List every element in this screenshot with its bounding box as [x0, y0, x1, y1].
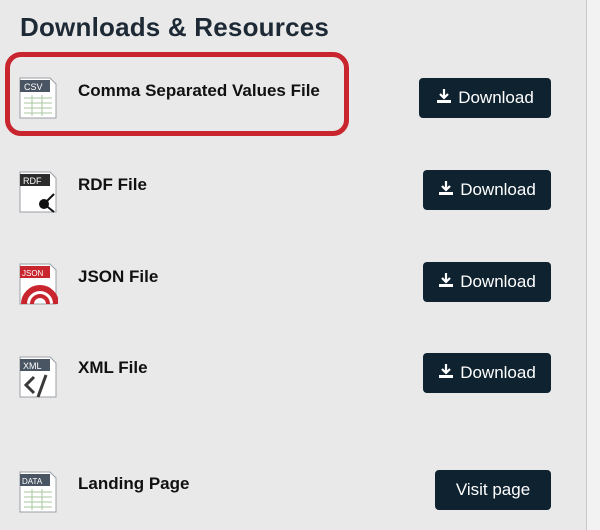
- download-button-label: Download: [460, 363, 536, 382]
- download-button-label: Download: [460, 180, 536, 199]
- svg-text:RDF: RDF: [23, 176, 42, 186]
- resource-label: RDF File: [78, 175, 147, 194]
- download-icon: [438, 180, 454, 201]
- json-file-icon: JSON: [18, 262, 59, 306]
- scrollbar-track[interactable]: [587, 0, 600, 530]
- svg-text:DATA: DATA: [22, 477, 43, 486]
- visit-page-button[interactable]: Visit page: [435, 470, 551, 510]
- resource-row-landing: DATA Landing Page Visit page: [0, 460, 586, 520]
- download-button-rdf[interactable]: Download: [423, 170, 551, 210]
- section-title: Downloads & Resources: [20, 12, 330, 42]
- download-button-csv[interactable]: Download: [419, 78, 551, 118]
- download-button-json[interactable]: Download: [423, 262, 551, 302]
- download-button-xml[interactable]: Download: [423, 353, 551, 393]
- resource-row-xml: XML XML File Download: [0, 343, 586, 403]
- csv-file-icon: CSV: [18, 76, 58, 120]
- rdf-file-icon: RDF: [18, 170, 58, 214]
- download-icon: [438, 272, 454, 293]
- resource-row-csv: CSV Comma Separated Values File Download: [0, 66, 586, 126]
- svg-text:JSON: JSON: [22, 269, 44, 278]
- resource-label: XML File: [78, 358, 148, 377]
- download-button-label: Download: [458, 88, 534, 107]
- data-page-icon: DATA: [18, 470, 58, 514]
- xml-file-icon: XML: [18, 355, 58, 399]
- resource-row-rdf: RDF RDF File Download: [0, 158, 586, 218]
- resource-label: Comma Separated Values File: [78, 81, 320, 100]
- svg-text:CSV: CSV: [24, 82, 43, 92]
- download-icon: [436, 88, 452, 109]
- svg-text:XML: XML: [23, 361, 42, 371]
- resource-label: Landing Page: [78, 474, 190, 493]
- resource-label: JSON File: [78, 267, 159, 286]
- visit-page-button-label: Visit page: [455, 480, 531, 499]
- download-icon: [438, 363, 454, 384]
- resource-row-json: JSON JSON File Download: [0, 250, 586, 310]
- download-button-label: Download: [460, 272, 536, 291]
